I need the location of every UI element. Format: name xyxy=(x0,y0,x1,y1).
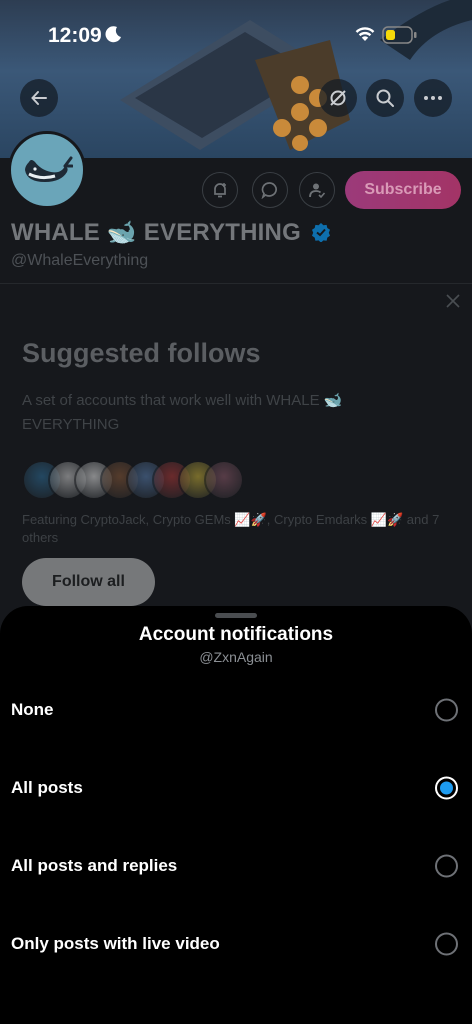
radio-button[interactable] xyxy=(435,932,458,956)
suggested-follows-title: Suggested follows xyxy=(22,338,261,368)
option-all-posts[interactable]: All posts xyxy=(0,749,472,827)
suggested-follows-description: A set of accounts that work well with WH… xyxy=(22,392,343,433)
verified-badge-icon xyxy=(312,223,330,242)
close-icon[interactable] xyxy=(444,292,462,310)
bell-plus-icon xyxy=(214,183,226,198)
divider xyxy=(0,283,472,284)
option-none[interactable]: None xyxy=(0,671,472,749)
sheet-grabber[interactable] xyxy=(215,613,257,618)
sheet-subtitle: @ZxnAgain xyxy=(199,649,273,665)
message-icon xyxy=(261,182,277,199)
person-check-icon xyxy=(309,183,326,199)
message-button[interactable] xyxy=(252,172,288,208)
option-all-posts-and-replies[interactable]: All posts and replies xyxy=(0,827,472,905)
suggested-avatar xyxy=(204,460,244,500)
follow-all-button[interactable]: Follow all xyxy=(22,558,155,606)
option-label: All posts and replies xyxy=(11,856,178,875)
option-label: All posts xyxy=(11,778,83,797)
option-live-video[interactable]: Only posts with live video xyxy=(0,905,472,983)
profile-name: WHALE 🐋 EVERYTHING xyxy=(11,219,301,246)
account-notifications-sheet: Account notifications @ZxnAgain None All… xyxy=(0,606,472,1024)
avatar[interactable] xyxy=(8,131,86,209)
option-label: Only posts with live video xyxy=(11,934,220,953)
subscribe-button[interactable]: Subscribe xyxy=(345,171,461,209)
radio-button[interactable] xyxy=(435,698,458,722)
sheet-title: Account notifications xyxy=(138,624,334,645)
whale-logo-icon xyxy=(25,156,73,182)
profile-handle: @WhaleEverything xyxy=(11,252,149,269)
suggested-featuring-text: Featuring CryptoJack, Crypto GEMs 📈🚀, Cr… xyxy=(22,512,440,545)
radio-button[interactable] xyxy=(435,854,458,878)
radio-button-selected[interactable] xyxy=(435,776,458,800)
notifications-bell-button[interactable] xyxy=(202,172,238,208)
option-label: None xyxy=(11,700,54,719)
follow-button[interactable] xyxy=(299,172,335,208)
